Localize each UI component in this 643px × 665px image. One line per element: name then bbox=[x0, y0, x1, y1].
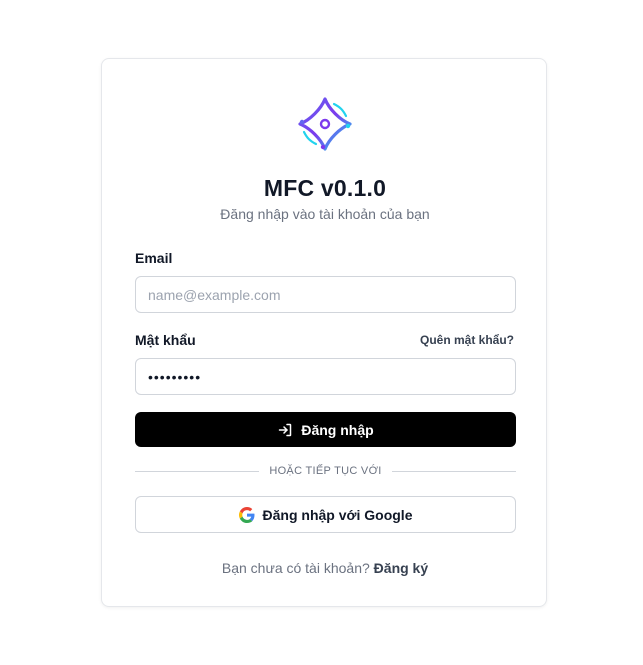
app-subtitle: Đăng nhập vào tài khoản của bạn bbox=[220, 206, 430, 222]
google-icon bbox=[238, 506, 255, 523]
email-label: Email bbox=[135, 250, 173, 266]
email-field[interactable] bbox=[135, 276, 516, 313]
divider-line-right bbox=[391, 470, 516, 472]
app-logo-icon bbox=[296, 95, 354, 153]
forgot-password-link[interactable]: Quên mật khẩu? bbox=[420, 333, 514, 347]
login-button-label: Đăng nhập bbox=[301, 421, 374, 438]
divider-line-left bbox=[135, 470, 260, 472]
google-login-label: Đăng nhập với Google bbox=[262, 506, 413, 523]
login-button[interactable]: Đăng nhập bbox=[135, 412, 516, 447]
or-divider: HOẶC TIẾP TỤC VỚI bbox=[135, 463, 516, 479]
signup-row: Bạn chưa có tài khoản? Đăng ký bbox=[102, 560, 548, 576]
login-card: MFC v0.1.0 Đăng nhập vào tài khoản của b… bbox=[101, 58, 547, 607]
app-title: MFC v0.1.0 bbox=[263, 175, 387, 201]
log-in-icon bbox=[277, 422, 293, 438]
password-field[interactable] bbox=[135, 358, 516, 395]
signup-link[interactable]: Đăng ký bbox=[374, 560, 428, 576]
google-login-button[interactable]: Đăng nhập với Google bbox=[135, 496, 516, 533]
divider-text: HOẶC TIẾP TỤC VỚI bbox=[269, 465, 382, 477]
password-label: Mật khẩu bbox=[135, 332, 196, 348]
signup-prompt: Bạn chưa có tài khoản? bbox=[221, 560, 370, 576]
